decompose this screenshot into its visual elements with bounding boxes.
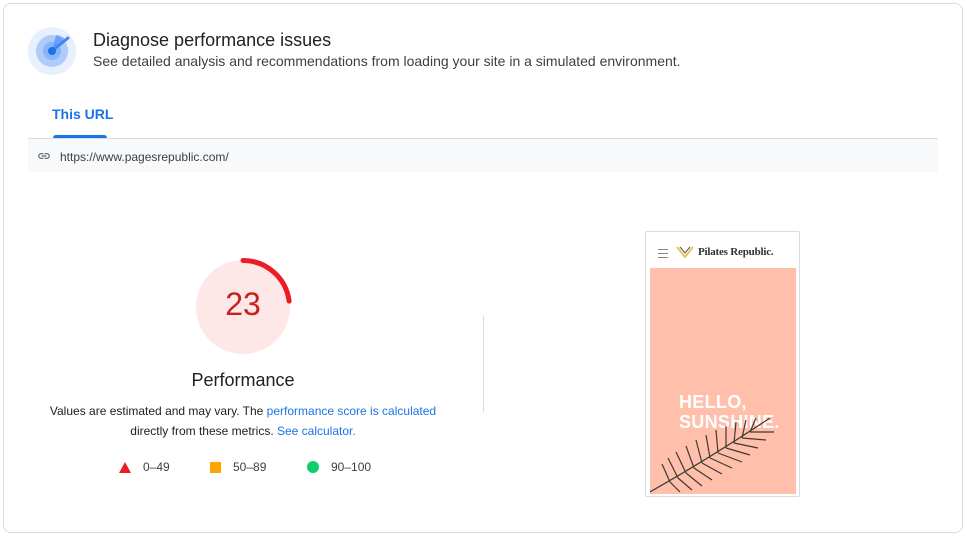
green-circle-icon <box>307 461 319 473</box>
link-icon <box>38 153 50 159</box>
analyzed-url[interactable]: https://www.pagesrepublic.com/ <box>60 150 229 164</box>
performance-score-link[interactable]: performance score is calculated <box>267 404 436 418</box>
page-screenshot: Pilates Republic. HELLO, SUNSHINE. <box>645 231 800 497</box>
legend-range: 0–49 <box>143 460 170 474</box>
section-title: Diagnose performance issues <box>93 30 332 50</box>
orange-square-icon <box>210 461 221 473</box>
see-calculator-link[interactable]: See calculator. <box>277 424 356 438</box>
legend-range: 50–89 <box>233 460 267 474</box>
diagnose-card <box>3 3 963 533</box>
description-text-2: directly from these metrics. <box>130 424 277 438</box>
hero-line-1: HELLO, <box>679 392 747 412</box>
performance-score: 23 <box>225 286 261 322</box>
legend-item-average: 50–89 <box>210 460 266 474</box>
red-triangle-icon <box>119 461 131 473</box>
performance-label: Performance <box>191 370 295 390</box>
lighthouse-gauge-icon <box>28 27 76 75</box>
legend-item-pass: 90–100 <box>307 460 371 474</box>
hamburger-menu-icon <box>658 249 668 261</box>
brand-name: Pilates Republic. <box>698 246 774 258</box>
vertical-divider <box>483 316 484 412</box>
legend-range: 90–100 <box>331 460 372 474</box>
tab-this-url[interactable]: This URL <box>52 106 113 122</box>
section-subtitle: See detailed analysis and recommendation… <box>93 53 681 69</box>
legend-item-fail: 0–49 <box>119 460 170 474</box>
score-description: Values are estimated and may vary. The p… <box>40 401 446 441</box>
hero-banner: HELLO, SUNSHINE. <box>650 268 796 494</box>
palm-leaf-image <box>650 418 774 493</box>
description-text-1: Values are estimated and may vary. The <box>49 404 267 418</box>
brand-logo-icon <box>676 246 694 259</box>
